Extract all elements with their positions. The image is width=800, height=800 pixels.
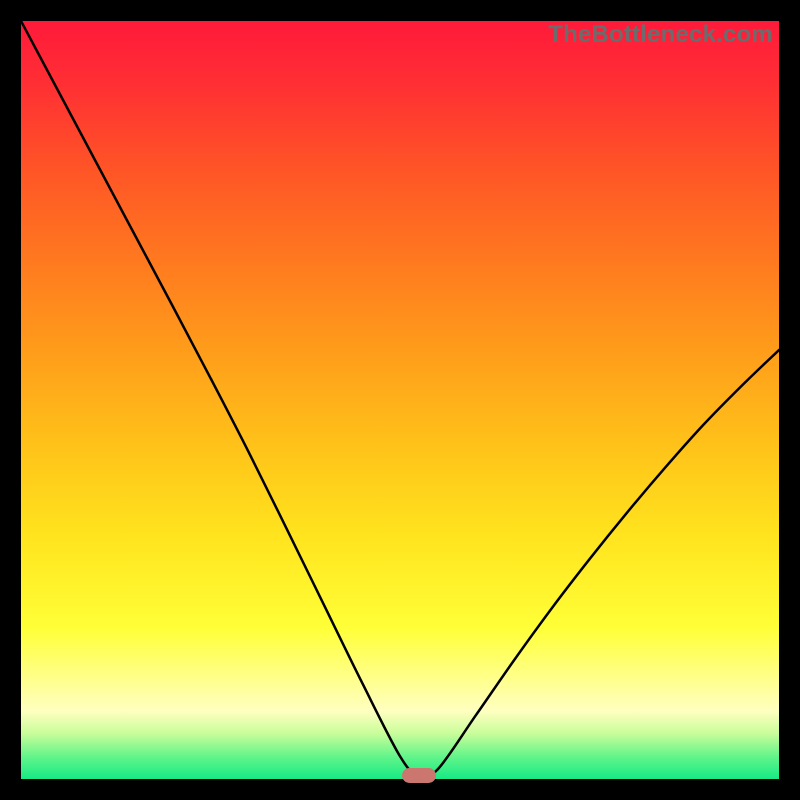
bottleneck-curve <box>21 21 779 779</box>
minimum-marker <box>402 768 436 783</box>
plot-area: TheBottleneck.com <box>21 21 779 779</box>
chart-frame: TheBottleneck.com <box>0 0 800 800</box>
